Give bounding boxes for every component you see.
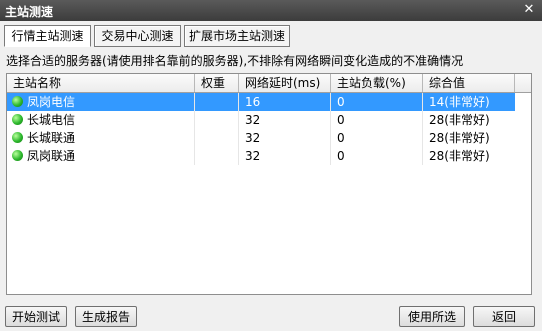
- cell-score: 28(非常好): [429, 149, 490, 163]
- server-name: 长城联通: [27, 131, 76, 145]
- cell-load: 0: [331, 111, 423, 129]
- cell-name: 长城联通: [7, 129, 195, 147]
- server-name: 凤岗电信: [27, 95, 76, 109]
- status-good-icon: [12, 150, 23, 161]
- cell-load: 0: [331, 93, 423, 111]
- column-header-name[interactable]: 主站名称: [7, 74, 195, 92]
- cell-latency: 32: [239, 129, 331, 147]
- cell-weight: [195, 93, 239, 111]
- cell-load: 0: [331, 129, 423, 147]
- server-name: 长城电信: [27, 113, 76, 127]
- cell-name: 长城电信: [7, 111, 195, 129]
- cell-name: 凤岗联通: [7, 147, 195, 165]
- cell-latency: 32: [239, 147, 331, 165]
- table-row[interactable]: 凤岗电信 16 0 14(非常好): [7, 93, 531, 111]
- column-header-latency[interactable]: 网络延时(ms): [239, 74, 331, 92]
- cell-latency: 16: [239, 93, 331, 111]
- cell-score: 14(非常好): [423, 93, 515, 111]
- status-good-icon: [12, 114, 23, 125]
- cell-score: 28(非常好): [429, 113, 490, 127]
- status-good-icon: [12, 96, 23, 107]
- status-good-icon: [12, 132, 23, 143]
- tab-quote-server-speed[interactable]: 行情主站测速: [4, 25, 91, 47]
- generate-report-button[interactable]: 生成报告: [75, 306, 137, 327]
- cell-name: 凤岗电信: [7, 93, 195, 111]
- tab-trade-center-speed[interactable]: 交易中心测速: [94, 25, 181, 47]
- column-header-load[interactable]: 主站负载(%): [331, 74, 423, 92]
- title-bar: 主站测速 ✕: [0, 0, 542, 21]
- cell-latency: 32: [239, 111, 331, 129]
- table-header: 主站名称 权重 网络延时(ms) 主站负载(%) 综合值: [7, 74, 531, 93]
- cell-weight: [195, 147, 239, 165]
- use-selected-button[interactable]: 使用所选: [399, 306, 465, 327]
- hint-text: 选择合适的服务器(请使用排名靠前的服务器),不排除有网络瞬间变化造成的不准确情况: [6, 54, 464, 68]
- close-icon[interactable]: ✕: [521, 2, 537, 18]
- column-header-filler: [515, 74, 531, 92]
- table-row[interactable]: 长城电信 32 0 28(非常好): [7, 111, 531, 129]
- column-header-weight[interactable]: 权重: [195, 74, 239, 92]
- server-name: 凤岗联通: [27, 149, 76, 163]
- table-row[interactable]: 凤岗联通 32 0 28(非常好): [7, 147, 531, 165]
- back-button[interactable]: 返回: [473, 306, 535, 327]
- cell-weight: [195, 129, 239, 147]
- cell-weight: [195, 111, 239, 129]
- window-title: 主站测速: [5, 5, 54, 19]
- cell-load: 0: [331, 147, 423, 165]
- start-test-button[interactable]: 开始测试: [5, 306, 67, 327]
- server-table: 主站名称 权重 网络延时(ms) 主站负载(%) 综合值 凤岗电信 16 0 1…: [6, 73, 532, 295]
- cell-score: 28(非常好): [429, 131, 490, 145]
- column-header-score[interactable]: 综合值: [423, 74, 515, 92]
- table-row[interactable]: 长城联通 32 0 28(非常好): [7, 129, 531, 147]
- tab-extended-market-speed[interactable]: 扩展市场主站测速: [184, 25, 290, 47]
